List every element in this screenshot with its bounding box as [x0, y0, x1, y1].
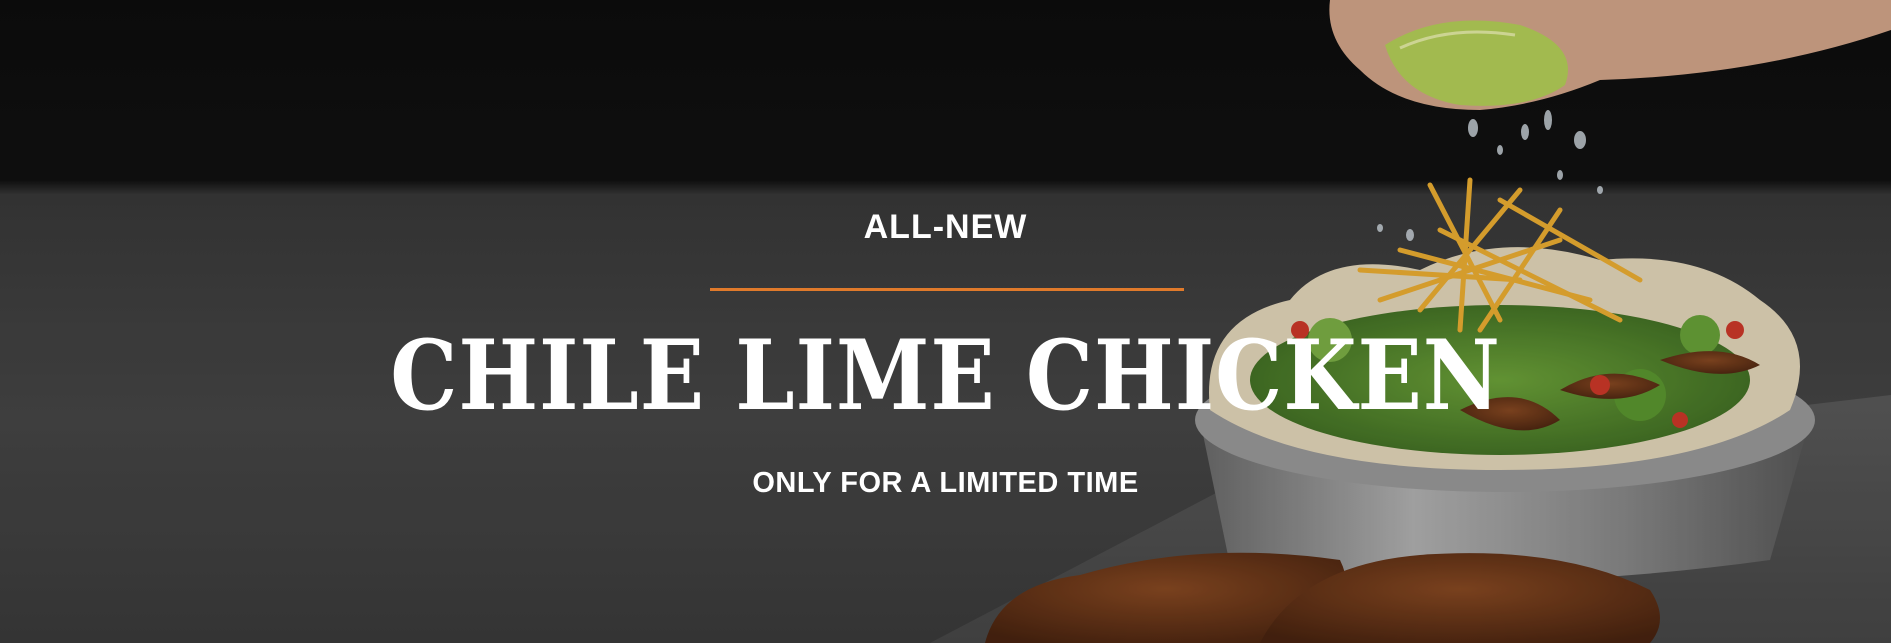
hero-content: ALL-NEW CHILE LIME CHICKEN ONLY FOR A LI… [0, 0, 1891, 643]
hero-title: CHILE LIME CHICKEN [390, 319, 1501, 432]
accent-divider [710, 288, 1184, 291]
eyebrow-text: ALL-NEW [863, 208, 1028, 246]
hero-subtitle: ONLY FOR A LIMITED TIME [752, 467, 1139, 499]
hero-banner: ALL-NEW CHILE LIME CHICKEN ONLY FOR A LI… [0, 0, 1891, 643]
